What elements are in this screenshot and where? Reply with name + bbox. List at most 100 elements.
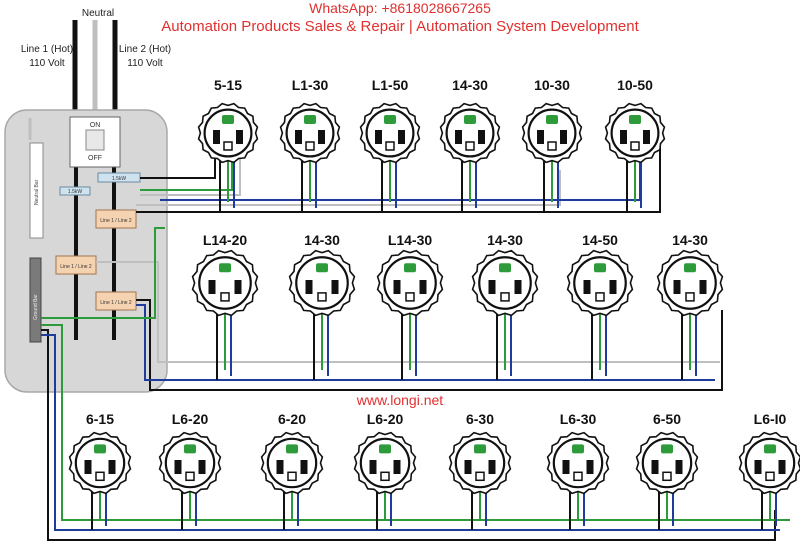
receptacle: L14-20 (191, 232, 259, 380)
receptacle: L6-20 (158, 411, 222, 530)
receptacle: 10-30 (521, 77, 583, 212)
receptacle-label: 10-30 (534, 77, 570, 93)
receptacle-neutral-slot (675, 460, 683, 474)
receptacle-hot-slot (393, 280, 401, 294)
receptacle-label: 6-20 (278, 411, 306, 427)
receptacle-center-slot (547, 141, 557, 151)
receptacle: 14-30 (288, 232, 356, 380)
receptacle: L14-30 (376, 232, 444, 380)
line2-volt-label: 110 Volt (127, 58, 163, 69)
receptacle-center-slot (405, 292, 415, 302)
receptacle-center-slot (287, 471, 297, 482)
receptacle-ground-slot (184, 444, 196, 454)
receptacle-center-slot (385, 141, 395, 151)
receptacle: 6-15 (68, 411, 132, 530)
receptacle-group: 5-15 L1-30 L1-50 14-30 10-30 10-50 L14-20 14-30… (68, 77, 800, 530)
receptacle-center-slot (185, 471, 195, 482)
receptacle: 6-20 (260, 411, 324, 530)
watermark-site: www.longi.net (356, 392, 444, 408)
receptacle-neutral-slot (478, 130, 485, 144)
receptacle-neutral-slot (398, 130, 405, 144)
row2-bus-return (136, 304, 715, 381)
receptacle-ground-slot (219, 263, 231, 273)
receptacle-ground-slot (499, 263, 511, 273)
receptacle-hot-slot (583, 280, 591, 294)
receptacle-hot-slot (651, 460, 659, 474)
receptacle-hot-slot (754, 460, 762, 474)
receptacle-neutral-slot (560, 130, 567, 144)
receptacle-neutral-slot (643, 130, 650, 144)
receptacle-label: L1-50 (372, 77, 409, 93)
receptacle: L1-30 (279, 77, 341, 212)
receptacle-neutral-slot (609, 280, 617, 294)
receptacle: L6-20 (353, 411, 417, 530)
receptacle-hot-slot (488, 280, 496, 294)
line2-label: Line 2 (Hot) (119, 44, 171, 55)
breaker-on-label: ON (90, 122, 101, 129)
receptacle-neutral-slot (108, 460, 116, 474)
receptacle-neutral-slot (699, 280, 707, 294)
receptacle-ground-slot (316, 263, 328, 273)
branch-breaker-2-label: 1.5kW (68, 189, 82, 195)
receptacle-label: L6-20 (367, 411, 404, 427)
receptacle: 14-50 (566, 232, 634, 380)
receptacle-label: 14-30 (452, 77, 488, 93)
receptacle-ground-slot (286, 444, 298, 454)
receptacle-neutral-slot (234, 280, 242, 294)
receptacle-label: 14-50 (582, 232, 618, 248)
receptacle: 10-50 (604, 77, 666, 212)
receptacle-neutral-slot (331, 280, 339, 294)
receptacle-center-slot (765, 471, 775, 482)
receptacle-center-slot (662, 471, 672, 482)
wiring-diagram: Neutral Line 1 (Hot) 110 Volt Line 2 (Ho… (0, 0, 800, 548)
receptacle-label: 14-30 (304, 232, 340, 248)
main-breaker-handle (85, 129, 105, 151)
receptacle: 14-30 (471, 232, 539, 380)
receptacle-hot-slot (673, 280, 681, 294)
receptacle-center-slot (95, 471, 105, 482)
neutral-bar-label: Neutral Bar (34, 179, 40, 205)
receptacle-ground-slot (464, 115, 476, 124)
branch-breaker-1-label: 1.5kW (112, 176, 126, 182)
double-breaker-1-label: Line 1 / Line 2 (100, 218, 132, 224)
receptacle-center-slot (223, 141, 233, 151)
receptacle-ground-slot (474, 444, 486, 454)
receptacle-hot-slot (295, 130, 302, 144)
receptacle-hot-slot (305, 280, 313, 294)
receptacle-hot-slot (174, 460, 182, 474)
line1-volt-label: 110 Volt (29, 58, 65, 69)
receptacle-hot-slot (276, 460, 284, 474)
breaker-off-label: OFF (88, 155, 102, 162)
receptacle-neutral-slot (586, 460, 594, 474)
receptacle: 5-15 (197, 77, 259, 212)
line1-label: Line 1 (Hot) (21, 44, 73, 55)
receptacle-center-slot (573, 471, 583, 482)
receptacle-ground-slot (94, 444, 106, 454)
receptacle-ground-slot (572, 444, 584, 454)
receptacle: L6-I0 (738, 411, 800, 530)
receptacle-ground-slot (764, 444, 776, 454)
receptacle-center-slot (305, 141, 315, 151)
receptacle: 14-30 (439, 77, 501, 212)
receptacle-center-slot (500, 292, 510, 302)
receptacle-label: L14-30 (388, 232, 433, 248)
receptacle-neutral-slot (198, 460, 206, 474)
receptacle-label: L6-30 (560, 411, 597, 427)
receptacle-ground-slot (684, 263, 696, 273)
receptacle-neutral-slot (300, 460, 308, 474)
receptacle: L6-30 (546, 411, 610, 530)
receptacle-hot-slot (562, 460, 570, 474)
receptacle-ground-slot (629, 115, 641, 124)
receptacle-center-slot (380, 471, 390, 482)
receptacle: L1-50 (359, 77, 421, 212)
receptacle-center-slot (475, 471, 485, 482)
receptacle-label: 14-30 (487, 232, 523, 248)
receptacle-center-slot (465, 141, 475, 151)
receptacle-hot-slot (208, 280, 216, 294)
double-breaker-2-label: Line 1 / Line 2 (60, 264, 92, 270)
receptacle-ground-slot (404, 263, 416, 273)
receptacle-ground-slot (222, 115, 234, 124)
double-breaker-3-label: Line 1 / Line 2 (100, 300, 132, 306)
receptacle-label: 14-30 (672, 232, 708, 248)
receptacle-neutral-slot (488, 460, 496, 474)
